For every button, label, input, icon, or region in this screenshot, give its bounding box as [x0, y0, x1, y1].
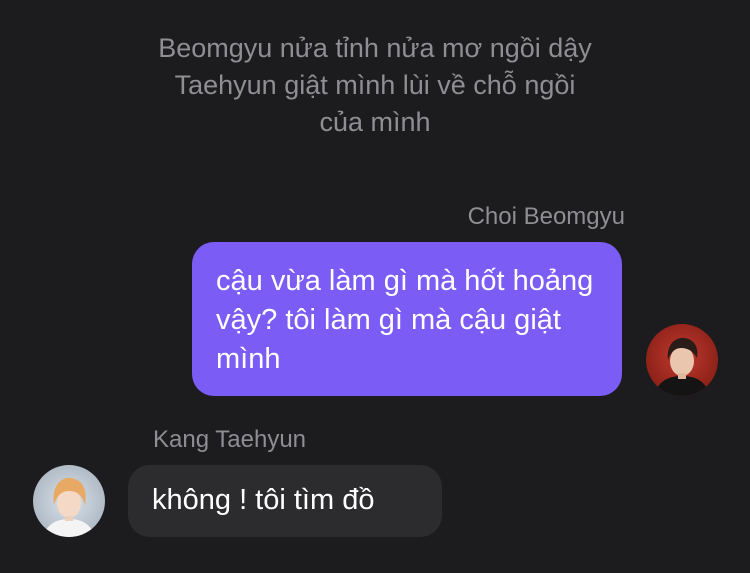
- person-portrait-icon: [654, 337, 710, 396]
- narration-text: Beomgyu nửa tỉnh nửa mơ ngồi dậy Taehyun…: [95, 30, 655, 141]
- sender-name-choi-beomgyu: Choi Beomgyu: [467, 203, 625, 230]
- message-text: không ! tôi tìm đồ: [152, 484, 375, 516]
- message-text: cậu vừa làm gì mà hốt hoảng vậy? tôi làm…: [216, 265, 594, 375]
- message-bubble-outgoing[interactable]: cậu vừa làm gì mà hốt hoảng vậy? tôi làm…: [192, 242, 622, 396]
- message-bubble-incoming[interactable]: không ! tôi tìm đồ: [128, 465, 442, 537]
- avatar-kang-taehyun[interactable]: [33, 465, 105, 537]
- sender-name-kang-taehyun: Kang Taehyun: [153, 426, 307, 453]
- narration-line: của mình: [319, 107, 431, 137]
- narration-line: Beomgyu nửa tỉnh nửa mơ ngồi dậy: [158, 33, 592, 63]
- person-portrait-icon: [43, 477, 95, 537]
- avatar-choi-beomgyu[interactable]: [646, 324, 718, 396]
- narration-line: Taehyun giật mình lùi về chỗ ngồi: [174, 70, 576, 100]
